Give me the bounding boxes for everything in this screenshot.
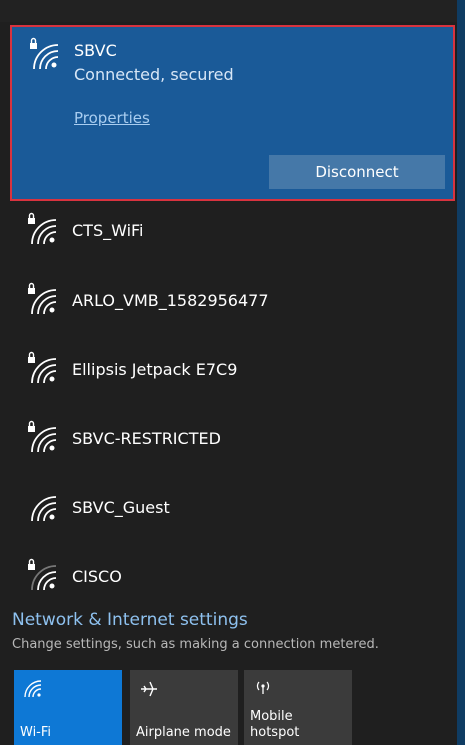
network-item[interactable]: Ellipsis Jetpack E7C9 xyxy=(18,349,438,389)
wifi-secured-icon xyxy=(18,210,64,250)
network-settings-description: Change settings, such as making a connec… xyxy=(12,637,379,652)
wifi-flyout: SBVC Connected, secured Properties Disco… xyxy=(0,0,465,745)
network-item[interactable]: SBVC_Guest xyxy=(18,487,438,527)
network-item[interactable]: SBVC-RESTRICTED xyxy=(18,418,438,458)
network-name: CTS_WiFi xyxy=(72,220,144,240)
network-name: ARLO_VMB_1582956477 xyxy=(72,290,269,310)
airplane-mode-tile[interactable]: Airplane mode xyxy=(130,670,238,745)
mobile-hotspot-tile[interactable]: Mobile hotspot xyxy=(244,670,352,745)
selected-network-card[interactable]: SBVC Connected, secured Properties Disco… xyxy=(10,25,455,201)
hotspot-tile-label: Mobile hotspot xyxy=(250,709,300,740)
network-name: SBVC-RESTRICTED xyxy=(72,428,221,448)
wifi-tile-label: Wi-Fi xyxy=(20,725,52,740)
disconnect-button[interactable]: Disconnect xyxy=(269,155,445,189)
network-item[interactable]: CTS_WiFi xyxy=(18,210,438,250)
flyout-edge xyxy=(457,0,465,745)
wifi-secured-icon xyxy=(18,349,64,389)
wifi-secured-icon xyxy=(18,418,64,458)
selected-network-status: Connected, secured xyxy=(74,65,234,84)
network-name: Ellipsis Jetpack E7C9 xyxy=(72,359,238,379)
wifi-toggle-tile[interactable]: Wi-Fi xyxy=(14,670,122,745)
network-settings-link[interactable]: Network & Internet settings xyxy=(12,610,248,630)
flyout-top-strip xyxy=(0,0,457,22)
airplane-tile-label: Airplane mode xyxy=(136,725,231,740)
properties-link[interactable]: Properties xyxy=(74,109,150,127)
network-name: SBVC_Guest xyxy=(72,497,170,517)
network-item[interactable]: ARLO_VMB_1582956477 xyxy=(18,280,438,320)
selected-network-name: SBVC xyxy=(74,41,117,60)
airplane-icon xyxy=(138,678,160,704)
wifi-secured-icon xyxy=(18,280,64,320)
wifi-icon xyxy=(22,678,44,704)
wifi-secured-weak-icon xyxy=(18,556,64,596)
wifi-secured-icon xyxy=(20,35,66,75)
network-item[interactable]: CISCO xyxy=(18,556,438,596)
hotspot-icon xyxy=(252,678,274,704)
network-name: CISCO xyxy=(72,566,122,586)
wifi-open-icon xyxy=(18,487,64,527)
